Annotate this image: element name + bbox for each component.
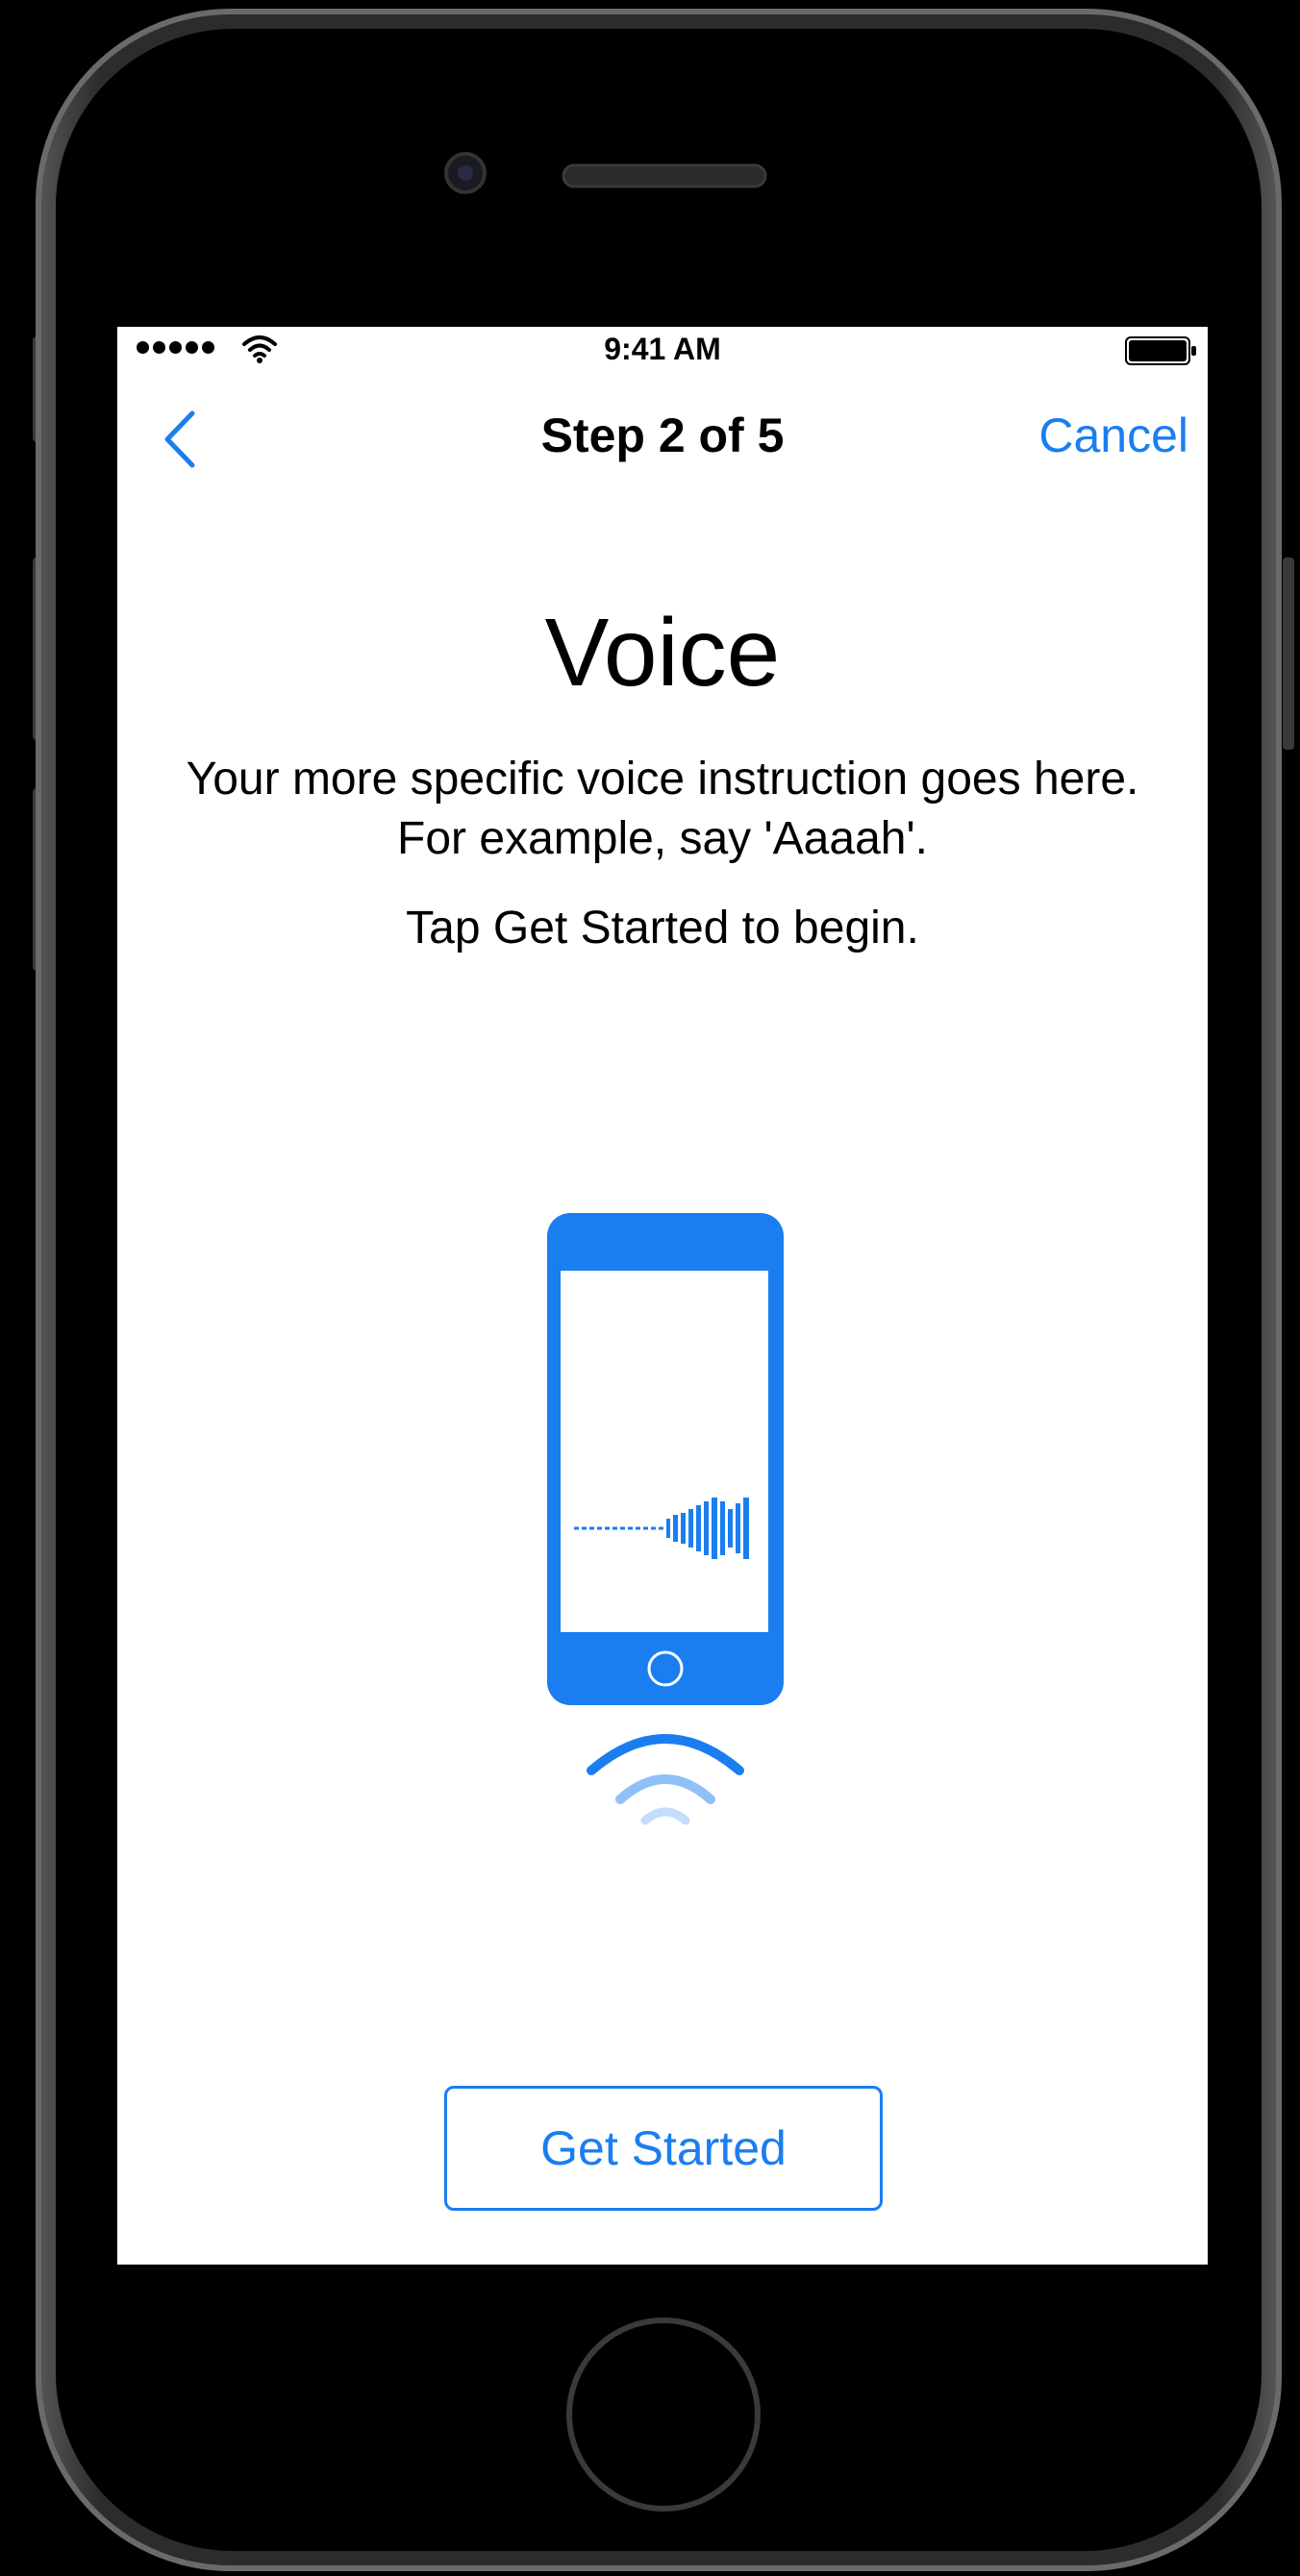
- phone-voice-waveform-icon: [547, 1213, 784, 1825]
- home-button: [566, 2317, 761, 2512]
- instruction-text: Your more specific voice instruction goe…: [186, 754, 1139, 864]
- page-title: Voice: [544, 599, 781, 706]
- status-bar: 9:41 AM: [117, 327, 1208, 371]
- power-button: [1283, 557, 1294, 750]
- get-started-button[interactable]: Get Started: [444, 2086, 883, 2211]
- cancel-button[interactable]: Cancel: [1038, 408, 1188, 463]
- battery-icon: [1125, 336, 1196, 365]
- tap-hint-text: Tap Get Started to begin.: [406, 903, 919, 954]
- navigation-bar: Step 2 of 5 Cancel: [117, 371, 1208, 496]
- status-time: 9:41 AM: [604, 332, 721, 366]
- iphone-device-frame: 9:41 AM Step 2 of 5 Cancel Voice Your mo…: [0, 0, 1300, 2576]
- sound-wave-outer: [587, 1734, 744, 1775]
- earpiece-speaker: [562, 163, 767, 188]
- sound-wave-middle: [615, 1774, 715, 1804]
- phone-screen: 9:41 AM Step 2 of 5 Cancel Voice Your mo…: [117, 327, 1208, 2265]
- sound-wave-inner: [640, 1807, 690, 1825]
